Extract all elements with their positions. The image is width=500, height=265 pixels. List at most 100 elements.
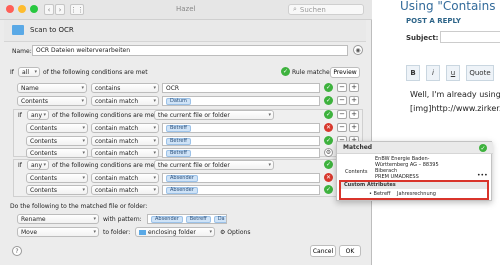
app-title: Hazel: [176, 5, 196, 13]
condition-ok-icon: ✓: [324, 185, 333, 194]
condition-value-field[interactable]: Betreff: [162, 148, 320, 158]
condition-value-field[interactable]: Betreff: [162, 123, 320, 133]
search-icon: ⌕: [293, 5, 297, 13]
betreff-token[interactable]: Betreff: [185, 215, 211, 223]
remove-group-button[interactable]: −: [337, 110, 347, 119]
group-mid-text: of the following conditions are met for: [52, 112, 167, 119]
betreff-token[interactable]: Betreff: [166, 137, 191, 145]
group-mid-text: of the following conditions are met for: [52, 162, 167, 169]
cancel-button[interactable]: Cancel: [310, 245, 336, 257]
condition-op-select[interactable]: contain match ▾: [91, 96, 159, 106]
bold-button[interactable]: B: [406, 65, 420, 81]
datum-token[interactable]: Datum: [166, 97, 191, 105]
condition-value-field[interactable]: Absender: [162, 173, 320, 183]
options-link[interactable]: ⚙ Options: [220, 229, 250, 236]
condition-value-field[interactable]: Absender: [162, 185, 320, 195]
absender-token[interactable]: Absender: [151, 215, 183, 223]
rule-matches-check-icon: ✓: [281, 67, 290, 76]
matched-header: Matched: [337, 142, 493, 154]
info-button[interactable]: ◉: [353, 45, 363, 55]
add-group-button[interactable]: +: [349, 110, 359, 119]
ok-button[interactable]: OK: [339, 245, 361, 257]
condition-error-icon: ✕: [324, 123, 333, 132]
back-icon[interactable]: ‹: [44, 4, 54, 15]
if-mode-select[interactable]: all ▾: [18, 67, 40, 77]
italic-button[interactable]: i: [426, 65, 440, 81]
betreff-token[interactable]: Betreff: [166, 149, 191, 157]
condition-error-icon: ✕: [324, 173, 333, 182]
add-condition-button[interactable]: +: [349, 83, 359, 92]
remove-condition-button[interactable]: −: [337, 123, 347, 132]
condition-gear-icon[interactable]: ⚙: [324, 148, 333, 157]
forward-icon[interactable]: ›: [55, 4, 65, 15]
condition-op-select[interactable]: contains ▾: [91, 83, 159, 93]
rule-matches-label: Rule matches: [292, 69, 333, 76]
forum-page: Using "Contains M POST A REPLY Subject: …: [392, 0, 500, 265]
betreff-token[interactable]: Betreff: [166, 124, 191, 132]
condition-op-select[interactable]: contain match ▾: [91, 123, 159, 133]
window-toolbar: ‹ › ⋮⋮ Hazel ⌕ Suchen: [0, 0, 372, 20]
remove-condition-button[interactable]: −: [337, 96, 347, 105]
add-condition-button[interactable]: +: [349, 123, 359, 132]
matched-check-icon: ✓: [479, 144, 487, 152]
grid-view-icon[interactable]: ⋮⋮: [70, 4, 84, 15]
close-window-button[interactable]: [6, 5, 14, 13]
message-text-line-1: Well, I'm already using a n: [410, 90, 500, 99]
condition-attr-select[interactable]: Contents ▾: [26, 173, 88, 183]
condition-value-field[interactable]: Betreff: [162, 136, 320, 146]
message-text-line-2: [img]http://www.zirker.d: [410, 104, 500, 113]
quote-button[interactable]: Quote: [466, 65, 494, 81]
group-if-label: If: [18, 162, 22, 169]
condition-attr-select[interactable]: Contents ▾: [26, 123, 88, 133]
condition-attr-select[interactable]: Contents ▾: [26, 185, 88, 195]
condition-attr-select[interactable]: Name ▾: [17, 83, 87, 93]
hazel-window: ‹ › ⋮⋮ Hazel ⌕ Suchen Scan to OCR Name: O…: [0, 0, 372, 265]
folder-title: Scan to OCR: [30, 26, 74, 34]
contents-label: Contents: [345, 169, 368, 175]
custom-attributes-header: Custom Attributes: [341, 182, 487, 189]
condition-ok-icon: ✓: [324, 136, 333, 145]
group-mode-select[interactable]: any ▾: [27, 110, 49, 120]
group-mode-select[interactable]: any ▾: [27, 160, 49, 170]
action-select[interactable]: Rename ▾: [17, 214, 99, 224]
group-if-label: If: [18, 112, 22, 119]
condition-attr-select[interactable]: Contents ▾: [26, 148, 88, 158]
action-select[interactable]: Move ▾: [17, 227, 99, 237]
if-suffix-text: of the following conditions are met: [43, 69, 148, 76]
condition-op-select[interactable]: contain match ▾: [91, 148, 159, 158]
actions-label: Do the following to the matched file or …: [10, 203, 148, 210]
custom-attributes-highlight: Custom Attributes • Betreff Jahresrechnu…: [339, 180, 489, 200]
forum-topic-title: Using "Contains M: [400, 0, 500, 13]
condition-op-select[interactable]: contain match ▾: [91, 185, 159, 195]
action-mid-text: to folder:: [103, 229, 131, 236]
preview-button[interactable]: Preview: [330, 67, 360, 78]
custom-attr-name: • Betreff: [369, 191, 391, 197]
remove-condition-button[interactable]: −: [337, 83, 347, 92]
minimize-window-button[interactable]: [18, 5, 26, 13]
datum-token[interactable]: Da: [213, 215, 226, 223]
zoom-window-button[interactable]: [30, 5, 38, 13]
folder-select[interactable]: enclosing folder ▾: [135, 227, 215, 237]
condition-value-field[interactable]: Datum: [162, 96, 320, 106]
condition-attr-select[interactable]: Contents ▾: [17, 96, 87, 106]
rule-name-field[interactable]: OCR Dateien weiterverarbeiten: [32, 45, 348, 56]
add-condition-button[interactable]: +: [349, 96, 359, 105]
help-button[interactable]: ?: [12, 246, 22, 256]
condition-op-select[interactable]: contain match ▾: [91, 136, 159, 146]
search-input[interactable]: ⌕ Suchen: [288, 4, 364, 15]
match-info-popover: Matched ✓ Contents EnBW Energie Baden- W…: [336, 141, 493, 201]
condition-attr-select[interactable]: Contents ▾: [26, 136, 88, 146]
group-scope-select[interactable]: the current file or folder ▾: [154, 160, 274, 170]
subject-input[interactable]: [440, 31, 500, 43]
rename-pattern-field[interactable]: Absender Betreff Da: [147, 214, 227, 224]
rule-header: Scan to OCR: [4, 20, 366, 42]
underline-button[interactable]: u: [446, 65, 460, 81]
more-icon[interactable]: •••: [477, 172, 488, 179]
group-scope-select[interactable]: the current file or folder ▾: [154, 110, 274, 120]
group-ok-icon: ✓: [324, 160, 333, 169]
condition-value-field[interactable]: OCR: [162, 83, 320, 93]
condition-ok-icon: ✓: [324, 83, 333, 92]
absender-token[interactable]: Absender: [166, 174, 198, 182]
absender-token[interactable]: Absender: [166, 186, 198, 194]
condition-op-select[interactable]: contain match ▾: [91, 173, 159, 183]
